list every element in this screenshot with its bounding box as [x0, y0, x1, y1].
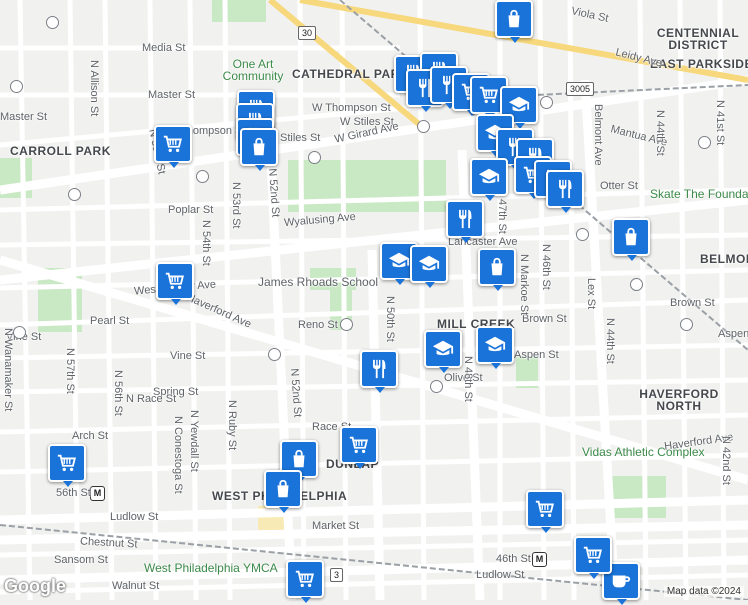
- shopping-bag-icon[interactable]: [240, 128, 278, 171]
- google-logo: Google: [4, 576, 66, 596]
- grocery-cart-icon[interactable]: [286, 560, 324, 603]
- shopping-bag-icon[interactable]: [264, 470, 302, 513]
- bus-stop-icon[interactable]: [540, 96, 553, 109]
- route-shield: 3: [330, 568, 344, 582]
- grocery-cart-icon[interactable]: [574, 536, 612, 579]
- bus-stop-icon[interactable]: [308, 151, 321, 164]
- map-attribution: Map data ©2024: [663, 586, 744, 597]
- bus-stop-icon[interactable]: [430, 380, 443, 393]
- bus-stop-icon[interactable]: [13, 326, 26, 339]
- bus-stop-icon[interactable]: [417, 120, 430, 133]
- bus-stop-icon[interactable]: [576, 228, 589, 241]
- map-canvas[interactable]: [0, 0, 748, 600]
- bus-stop-icon[interactable]: [68, 188, 81, 201]
- grocery-cart-icon[interactable]: [154, 125, 192, 168]
- school-icon[interactable]: [410, 245, 448, 288]
- bus-stop-icon[interactable]: [630, 278, 643, 291]
- bus-stop-icon[interactable]: [46, 16, 59, 29]
- restaurant-icon[interactable]: [360, 350, 398, 393]
- shopping-bag-icon[interactable]: [478, 248, 516, 291]
- bus-stop-icon[interactable]: [10, 80, 23, 93]
- route-shield: 30: [298, 26, 317, 40]
- route-shield: 3005: [566, 82, 595, 96]
- bus-stop-icon[interactable]: [340, 318, 353, 331]
- school-icon[interactable]: [424, 330, 462, 373]
- bus-stop-icon[interactable]: [680, 318, 693, 331]
- restaurant-icon[interactable]: [546, 170, 584, 213]
- grocery-cart-icon[interactable]: [156, 262, 194, 305]
- shopping-bag-icon[interactable]: [612, 218, 650, 261]
- metro-icon[interactable]: M: [90, 486, 105, 501]
- grocery-cart-icon[interactable]: [340, 426, 378, 469]
- grocery-cart-icon[interactable]: [48, 444, 86, 487]
- bus-stop-icon[interactable]: [268, 348, 281, 361]
- school-icon[interactable]: [476, 326, 514, 369]
- restaurant-icon[interactable]: [446, 200, 484, 243]
- metro-icon[interactable]: M: [532, 552, 547, 567]
- bus-stop-icon[interactable]: [196, 170, 209, 183]
- shopping-bag-icon[interactable]: [495, 0, 533, 43]
- bus-stop-icon[interactable]: [698, 136, 711, 149]
- school-icon[interactable]: [470, 158, 508, 201]
- park-area: [212, 0, 266, 22]
- grocery-cart-icon[interactable]: [526, 490, 564, 533]
- park-area: [606, 476, 666, 518]
